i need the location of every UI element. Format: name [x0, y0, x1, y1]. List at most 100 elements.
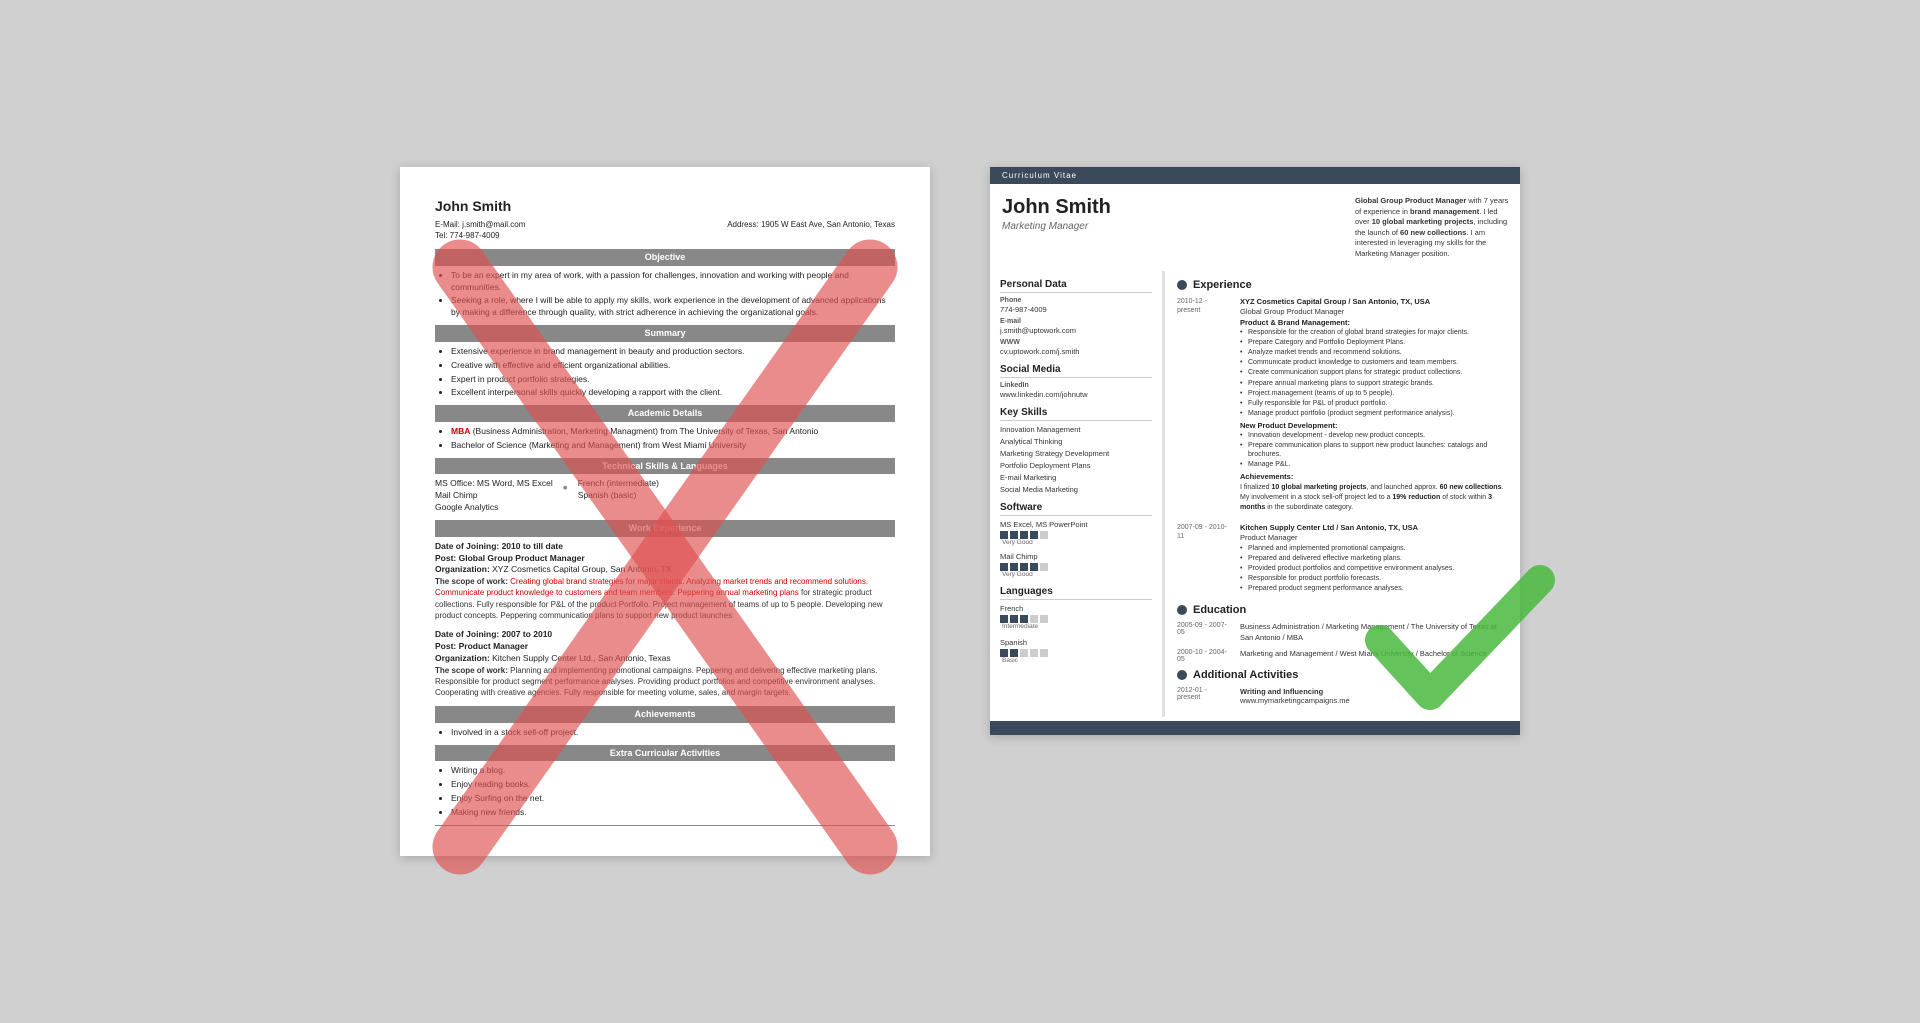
- list-item: Provided product portfolios and competit…: [1240, 564, 1508, 573]
- section-extra: Extra Curricular Activities: [435, 745, 895, 762]
- edu-entry-1: 2005-09 - 2007-05 Business Administratio…: [1177, 622, 1508, 643]
- add-content: Writing and Influencing www.mymarketingc…: [1240, 687, 1508, 705]
- exp-job-title: Global Group Product Manager: [1240, 307, 1508, 316]
- list-item: Prepare annual marketing plans to suppor…: [1240, 379, 1508, 388]
- exp-content-2: Kitchen Supply Center Ltd / San Antonio,…: [1240, 523, 1508, 594]
- list-item: Analyze market trends and recommend solu…: [1240, 348, 1508, 357]
- section-dot: [1177, 280, 1187, 290]
- section-academic: Academic Details: [435, 405, 895, 422]
- left-email: E-Mail: j.smith@mail.com: [435, 219, 525, 230]
- list-item: Prepare communication plans to support n…: [1240, 441, 1508, 459]
- list-item: Writing a blog.: [451, 765, 895, 777]
- work-scope: The scope of work: Planning and implemen…: [435, 665, 895, 699]
- list-item: Creative with effective and efficient or…: [451, 360, 895, 372]
- exp-section-label-2: New Product Development:: [1240, 421, 1508, 430]
- resume-bad: John Smith E-Mail: j.smith@mail.com Tel:…: [400, 167, 930, 856]
- section-summary: Summary: [435, 325, 895, 342]
- skills-grid: MS Office: MS Word, MS Excel Mail Chimp …: [435, 478, 895, 514]
- summary-text: Global Group Product Manager with 7 year…: [1355, 196, 1510, 259]
- linkedin-label: LinkedIn: [1000, 382, 1152, 389]
- exp-entry-2: 2007-09 - 2010-11 Kitchen Supply Center …: [1177, 523, 1508, 594]
- skill-bar: [1000, 563, 1152, 571]
- work-org: Organization: Kitchen Supply Center Ltd.…: [435, 653, 895, 665]
- exp-section-label: Product & Brand Management:: [1240, 318, 1508, 327]
- bar-label: Very Good: [1002, 539, 1152, 546]
- exp-bullets-3: Planned and implemented promotional camp…: [1240, 544, 1508, 593]
- left-contact: E-Mail: j.smith@mail.com Tel: 774-987-40…: [435, 219, 895, 241]
- skill-item: MS Office: MS Word, MS Excel: [435, 478, 553, 490]
- right-title: Marketing Manager: [1002, 221, 1333, 232]
- cv-banner: Curriculum Vitae: [990, 167, 1520, 184]
- list-item: Involved in a stock sell-off project.: [451, 727, 895, 739]
- left-resume-body: Objective To be an expert in my area of …: [435, 249, 895, 826]
- exp-content-1: XYZ Cosmetics Capital Group / San Antoni…: [1240, 297, 1508, 513]
- software-title: Software: [1000, 502, 1152, 516]
- edu-entry-2: 2000-10 - 2004-05 Marketing and Manageme…: [1177, 649, 1508, 663]
- right-name-section: John Smith Marketing Manager: [990, 184, 1345, 271]
- right-name: John Smith: [1002, 196, 1333, 219]
- email-value: j.smith@uptowork.com: [1000, 326, 1152, 335]
- lang-name: French: [1000, 604, 1152, 613]
- work-scope: The scope of work: Creating global brand…: [435, 576, 895, 621]
- list-item: Extensive experience in brand management…: [451, 346, 895, 358]
- left-name: John Smith: [435, 197, 895, 217]
- list-item: Enjoy reading books.: [451, 779, 895, 791]
- add-title: Writing and Influencing: [1240, 687, 1508, 696]
- academic-list: MBA (Business Administration, Marketing …: [451, 426, 895, 452]
- left-resume-header: John Smith E-Mail: j.smith@mail.com Tel:…: [435, 197, 895, 241]
- list-item: To be an expert in my area of work, with…: [451, 270, 895, 294]
- work-date: Date of Joining: 2007 to 2010: [435, 629, 895, 641]
- right-top-section: John Smith Marketing Manager Global Grou…: [990, 184, 1520, 271]
- list-item: Bachelor of Science (Marketing and Manag…: [451, 440, 895, 452]
- list-item: Responsible for product portfolio foreca…: [1240, 574, 1508, 583]
- experience-heading-row: Experience: [1177, 279, 1508, 291]
- work-post: Post: Product Manager: [435, 641, 895, 653]
- left-tel: Tel: 774-987-4009: [435, 230, 525, 241]
- edu-dates-1: 2005-09 - 2007-05: [1177, 622, 1232, 643]
- www-label: WWW: [1000, 339, 1152, 346]
- software-name: MS Excel, MS PowerPoint: [1000, 520, 1152, 529]
- list-item: Fully responsible for P&L of product por…: [1240, 399, 1508, 408]
- education-heading-row: Education: [1177, 604, 1508, 616]
- list-item: Seeking a role, where I will be able to …: [451, 295, 895, 319]
- list-item: Excellent interpersonal skills quickly d…: [451, 387, 895, 399]
- lang-name: Spanish: [1000, 638, 1152, 647]
- phone-label: Phone: [1000, 297, 1152, 304]
- education-title: Education: [1193, 604, 1246, 616]
- bottom-line: [435, 825, 895, 826]
- right-left-panel: Personal Data Phone 774-987-4009 E-mail …: [990, 271, 1165, 717]
- main-container: John Smith E-Mail: j.smith@mail.com Tel:…: [360, 127, 1560, 896]
- list-item: Create communication support plans for s…: [1240, 368, 1508, 377]
- section-objective: Objective: [435, 249, 895, 266]
- section-work: Work Experience: [435, 520, 895, 537]
- work-org: Organization: XYZ Cosmetics Capital Grou…: [435, 564, 895, 576]
- list-item: Prepared product segment performance ana…: [1240, 584, 1508, 593]
- resume-good: Curriculum Vitae John Smith Marketing Ma…: [990, 167, 1520, 735]
- extra-list: Writing a blog. Enjoy reading books. Enj…: [451, 765, 895, 819]
- skill-item: Analytical Thinking: [1000, 437, 1152, 446]
- exp-dates-2: 2007-09 - 2010-11: [1177, 523, 1232, 594]
- skill-item: Social Media Marketing: [1000, 485, 1152, 494]
- phone-value: 774-987-4009: [1000, 305, 1152, 314]
- list-item: Prepare Category and Portfolio Deploymen…: [1240, 338, 1508, 347]
- languages-title: Languages: [1000, 586, 1152, 600]
- skill-bar: [1000, 615, 1152, 623]
- list-item: Enjoy Surfing on the net.: [451, 793, 895, 805]
- right-summary: Global Group Product Manager with 7 year…: [1345, 184, 1520, 271]
- exp-company: XYZ Cosmetics Capital Group / San Antoni…: [1240, 297, 1508, 306]
- work-post: Post: Global Group Product Manager: [435, 553, 895, 565]
- achievements-label: Achievements:: [1240, 472, 1508, 481]
- summary-list: Extensive experience in brand management…: [451, 346, 895, 400]
- skill-item: Marketing Strategy Development: [1000, 449, 1152, 458]
- right-right-panel: Experience 2010-12 - present XYZ Cosmeti…: [1165, 271, 1520, 717]
- list-item: Communicate product knowledge to custome…: [1240, 358, 1508, 367]
- list-item: Expert in product portfolio strategies.: [451, 374, 895, 386]
- work-entry-1: Date of Joining: 2010 to till date Post:…: [435, 541, 895, 621]
- exp-company-2: Kitchen Supply Center Ltd / San Antonio,…: [1240, 523, 1508, 532]
- skill-item: French (intermediate): [578, 478, 659, 490]
- bar-label: Basic: [1002, 657, 1152, 664]
- edu-dates-2: 2000-10 - 2004-05: [1177, 649, 1232, 663]
- section-technical: Technical Skills & Languages: [435, 458, 895, 475]
- list-item: Responsible for the creation of global b…: [1240, 328, 1508, 337]
- exp-entry-1: 2010-12 - present XYZ Cosmetics Capital …: [1177, 297, 1508, 513]
